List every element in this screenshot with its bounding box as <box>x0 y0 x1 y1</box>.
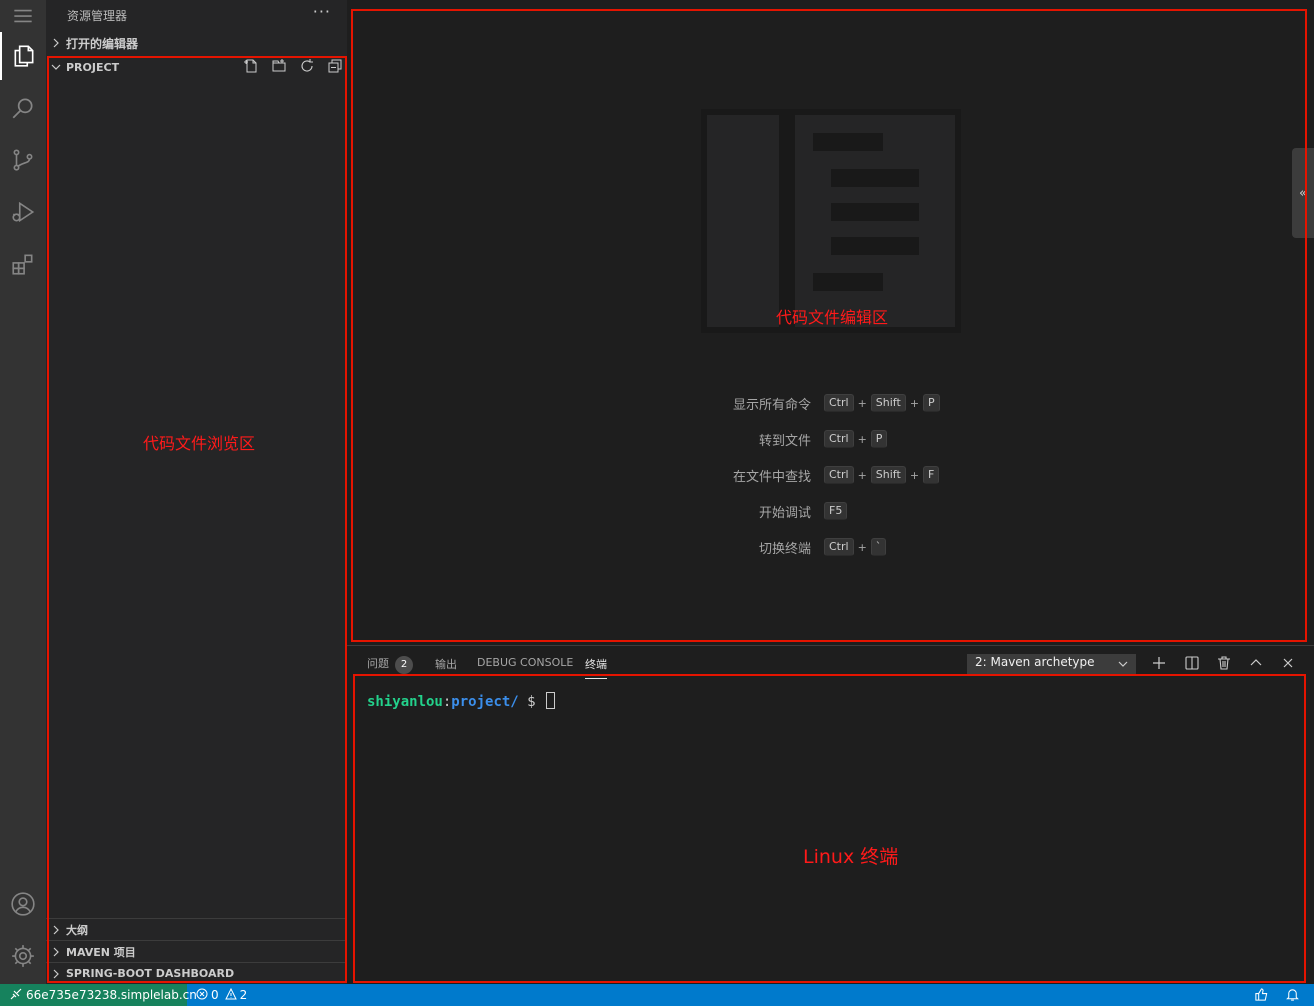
annotation-label-editor: 代码文件编辑区 <box>776 308 889 327</box>
warning-icon <box>224 987 237 1003</box>
terminal-prompt[interactable]: shiyanlou:project/ $ <box>367 692 556 710</box>
key: Ctrl <box>824 394 854 412</box>
section-label: PROJECT <box>66 60 120 74</box>
more-actions-icon[interactable]: ··· <box>313 2 331 21</box>
prompt-path: project/ <box>451 694 519 710</box>
terminal-select[interactable]: 2: Maven archetype <box>967 654 1136 674</box>
terminal-cursor <box>546 692 556 709</box>
annotation-label-browser: 代码文件浏览区 <box>143 434 256 453</box>
shortcut-label: 在文件中查找 <box>732 470 811 485</box>
refresh-icon[interactable] <box>299 58 315 77</box>
section-outline[interactable]: 大纲 <box>46 918 347 940</box>
terminal-select-value: 2: Maven archetype <box>975 655 1095 669</box>
problems-indicator[interactable]: 0 2 <box>196 984 247 1006</box>
new-file-icon[interactable] <box>243 58 259 77</box>
chevron-right-icon <box>46 925 66 935</box>
status-bar: 66e735e73238.simplelab.cn 0 2 <box>0 984 1314 1006</box>
explorer-sidebar: 资源管理器 ··· 打开的编辑器 PROJECT 大纲 MAVEN 项目 SPR… <box>46 0 347 984</box>
tab-problems[interactable]: 问题 2 <box>367 655 413 674</box>
shortcut-row: 显示所有命令 Ctrl + Shift + P <box>347 392 1314 416</box>
problems-count-badge: 2 <box>395 656 413 674</box>
remote-indicator[interactable]: 66e735e73238.simplelab.cn <box>0 984 197 1006</box>
new-terminal-icon[interactable] <box>1151 655 1167 671</box>
activity-bar <box>0 0 46 984</box>
shortcut-label: 转到文件 <box>758 434 811 449</box>
shortcut-keys: F5 <box>824 502 848 520</box>
tab-output[interactable]: 输出 <box>435 656 457 672</box>
shortcut-label: 切换终端 <box>758 542 811 557</box>
shortcut-row: 开始调试 F5 <box>347 500 1314 524</box>
vscode-watermark-icon <box>701 109 961 333</box>
section-label: MAVEN 项目 <box>66 945 136 959</box>
account-icon[interactable] <box>0 880 46 928</box>
tab-label: 问题 <box>367 657 389 670</box>
key: Shift <box>870 466 906 484</box>
section-maven[interactable]: MAVEN 项目 <box>46 940 347 962</box>
settings-gear-icon[interactable] <box>0 932 46 980</box>
chevron-down-icon <box>1118 658 1128 672</box>
explorer-icon[interactable] <box>0 32 46 80</box>
section-label: 打开的编辑器 <box>66 36 139 51</box>
key: Ctrl <box>824 538 854 556</box>
key: P <box>923 394 940 412</box>
section-spring-boot[interactable]: SPRING-BOOT DASHBOARD <box>46 962 347 984</box>
shortcut-keys: Ctrl + ` <box>824 538 887 556</box>
remote-icon <box>10 988 22 1003</box>
prompt-user: shiyanlou <box>367 694 443 710</box>
notifications-bell-icon[interactable] <box>1285 987 1301 1003</box>
source-control-icon[interactable] <box>0 136 46 184</box>
remote-host: 66e735e73238.simplelab.cn <box>26 988 197 1002</box>
shortcut-row: 切换终端 Ctrl + ` <box>347 536 1314 560</box>
tab-terminal[interactable]: 终端 <box>585 656 607 679</box>
error-icon <box>196 988 208 1003</box>
split-terminal-icon[interactable] <box>1184 655 1200 671</box>
extensions-icon[interactable] <box>0 240 46 288</box>
secondary-sidebar-toggle[interactable]: « <box>1292 148 1314 238</box>
feedback-icon[interactable] <box>1254 987 1270 1003</box>
new-folder-icon[interactable] <box>271 58 287 77</box>
chevron-right-icon <box>46 969 66 979</box>
prompt-dollar: $ <box>518 694 545 710</box>
chevron-right-icon <box>46 38 66 48</box>
error-count: 0 <box>211 988 219 1002</box>
key: P <box>870 430 888 448</box>
collapse-all-icon[interactable] <box>327 58 343 77</box>
key: Ctrl <box>824 466 854 484</box>
shortcut-keys: Ctrl + Shift + F <box>824 466 940 484</box>
close-panel-icon[interactable] <box>1280 655 1296 671</box>
key: Ctrl <box>824 430 854 448</box>
shortcut-keys: Ctrl + Shift + P <box>824 394 940 412</box>
shortcut-row: 转到文件 Ctrl + P <box>347 428 1314 452</box>
tab-debug-console[interactable]: DEBUG CONSOLE <box>477 656 573 669</box>
key: Shift <box>870 394 906 412</box>
sidebar-title: 资源管理器 <box>67 9 128 23</box>
key: F5 <box>824 502 848 520</box>
section-label: SPRING-BOOT DASHBOARD <box>66 967 235 980</box>
key: ` <box>870 538 887 556</box>
section-label: 大纲 <box>66 923 88 937</box>
shortcut-keys: Ctrl + P <box>824 430 888 448</box>
project-toolbar <box>243 56 343 78</box>
shortcut-row: 在文件中查找 Ctrl + Shift + F <box>347 464 1314 488</box>
annotation-label-terminal: Linux 终端 <box>803 846 899 868</box>
maximize-panel-icon[interactable] <box>1248 655 1264 671</box>
warning-count: 2 <box>239 988 248 1002</box>
shortcut-label: 开始调试 <box>758 506 811 521</box>
key: F <box>923 466 940 484</box>
section-project[interactable]: PROJECT <box>46 56 347 78</box>
kill-terminal-icon[interactable] <box>1216 655 1232 671</box>
chevron-right-icon <box>46 947 66 957</box>
bottom-panel: 问题 2 输出 DEBUG CONSOLE 终端 2: Maven archety… <box>347 645 1314 984</box>
shortcut-label: 显示所有命令 <box>732 398 811 413</box>
run-debug-icon[interactable] <box>0 188 46 236</box>
chevron-down-icon <box>46 62 66 72</box>
section-open-editors[interactable]: 打开的编辑器 <box>46 32 347 54</box>
search-icon[interactable] <box>0 84 46 132</box>
